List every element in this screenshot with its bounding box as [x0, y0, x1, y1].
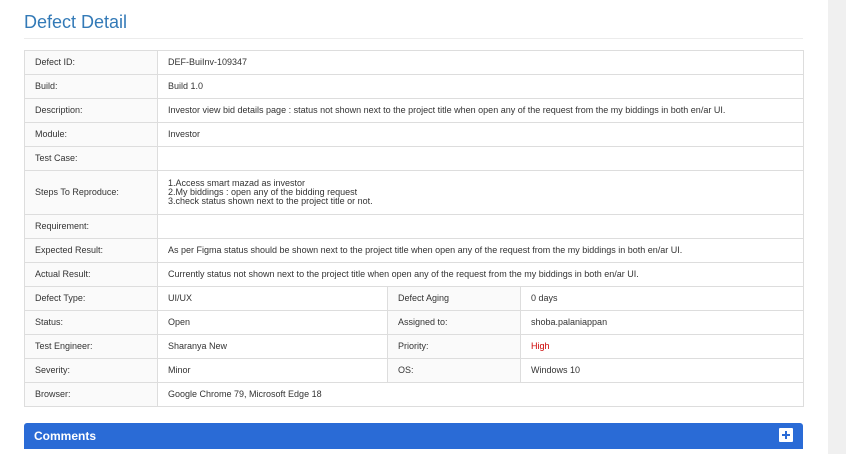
row-defect-id: Defect ID: DEF-BuiInv-109347	[24, 50, 805, 75]
defect-aging-value: 0 days	[519, 286, 805, 311]
defect-type-label: Defect Type:	[24, 286, 158, 311]
row-steps: Steps To Reproduce: 1.Access smart mazad…	[24, 170, 805, 215]
actual-value: Currently status not shown next to the p…	[156, 262, 805, 287]
row-test-case: Test Case:	[24, 146, 805, 171]
browser-value: Google Chrome 79, Microsoft Edge 18	[156, 382, 805, 407]
module-label: Module:	[24, 122, 158, 147]
test-case-label: Test Case:	[24, 146, 158, 171]
row-defect-type: Defect Type: UI/UX Defect Aging 0 days	[24, 286, 805, 311]
defect-aging-label: Defect Aging	[387, 286, 521, 311]
module-value: Investor	[156, 122, 805, 147]
expected-label: Expected Result:	[24, 238, 158, 263]
browser-label: Browser:	[24, 382, 158, 407]
priority-label: Priority:	[387, 334, 521, 359]
steps-label: Steps To Reproduce:	[24, 170, 158, 215]
scrollbar-track[interactable]	[828, 0, 846, 454]
test-case-value	[156, 146, 805, 171]
description-value: Investor view bid details page : status …	[156, 98, 805, 123]
expected-value: As per Figma status should be shown next…	[156, 238, 805, 263]
row-description: Description: Investor view bid details p…	[24, 98, 805, 123]
test-engineer-value: Sharanya New	[157, 334, 388, 359]
build-value: Build 1.0	[156, 74, 805, 99]
plus-icon[interactable]	[779, 428, 793, 442]
defect-detail-table: Defect ID: DEF-BuiInv-109347 Build: Buil…	[24, 50, 805, 407]
comments-panel-header[interactable]: Comments	[24, 423, 803, 449]
row-expected: Expected Result: As per Figma status sho…	[24, 238, 805, 263]
os-label: OS:	[387, 358, 521, 383]
test-engineer-label: Test Engineer:	[24, 334, 158, 359]
defect-id-label: Defect ID:	[24, 50, 158, 75]
comments-title: Comments	[34, 429, 97, 443]
row-test-engineer: Test Engineer: Sharanya New Priority: Hi…	[24, 334, 805, 359]
row-severity: Severity: Minor OS: Windows 10	[24, 358, 805, 383]
os-value: Windows 10	[519, 358, 805, 383]
severity-value: Minor	[157, 358, 388, 383]
page-title: Defect Detail	[24, 12, 128, 32]
build-label: Build:	[24, 74, 158, 99]
row-build: Build: Build 1.0	[24, 74, 805, 99]
description-label: Description:	[24, 98, 158, 123]
requirement-label: Requirement:	[24, 214, 158, 239]
row-status: Status: Open Assigned to: shoba.palaniap…	[24, 310, 805, 335]
priority-value: High	[519, 334, 805, 359]
actual-label: Actual Result:	[24, 262, 158, 287]
title-divider	[24, 38, 803, 39]
severity-label: Severity:	[24, 358, 158, 383]
status-label: Status:	[24, 310, 158, 335]
defect-id-value: DEF-BuiInv-109347	[156, 50, 805, 75]
row-actual: Actual Result: Currently status not show…	[24, 262, 805, 287]
row-module: Module: Investor	[24, 122, 805, 147]
requirement-value	[156, 214, 805, 239]
row-browser: Browser: Google Chrome 79, Microsoft Edg…	[24, 382, 805, 407]
status-value: Open	[157, 310, 388, 335]
row-requirement: Requirement:	[24, 214, 805, 239]
steps-value: 1.Access smart mazad as investor 2.My bi…	[156, 170, 805, 215]
assigned-to-value: shoba.palaniappan	[519, 310, 805, 335]
assigned-to-label: Assigned to:	[387, 310, 521, 335]
defect-type-value: UI/UX	[157, 286, 388, 311]
